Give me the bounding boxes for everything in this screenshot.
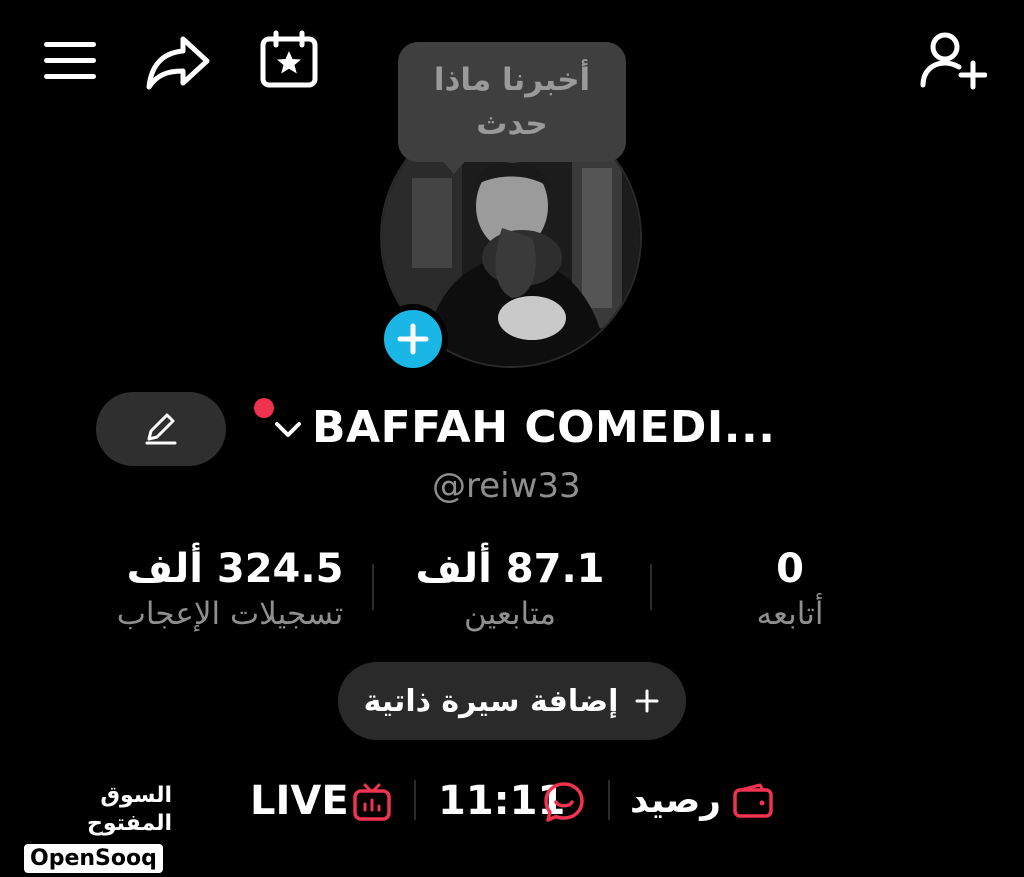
wallet-icon[interactable] xyxy=(732,782,774,820)
plus-icon xyxy=(397,323,429,355)
pencil-icon xyxy=(145,413,177,445)
bottom-divider xyxy=(414,780,416,820)
bottom-divider xyxy=(608,780,610,820)
tooltip-line-2: حدث xyxy=(476,106,548,142)
notification-dot xyxy=(254,398,274,418)
username: @reiw33 xyxy=(432,466,581,506)
add-bio-button[interactable]: إضافة سيرة ذاتية xyxy=(338,662,686,740)
chat-bubble-icon[interactable] xyxy=(542,780,586,824)
watermark-english: OpenSooq xyxy=(24,844,163,873)
followers-label: متابعين xyxy=(464,596,556,632)
likes-label: تسجيلات الإعجاب xyxy=(116,596,344,632)
menu-icon[interactable] xyxy=(40,36,100,84)
following-label: أتابعه xyxy=(756,596,824,632)
add-user-icon[interactable] xyxy=(918,28,988,92)
calendar-star-icon[interactable] xyxy=(256,28,322,92)
followers-count[interactable]: 87.1 ألف xyxy=(410,546,610,592)
live-tv-icon[interactable] xyxy=(352,782,392,822)
watermark-arabic: السوق المفتوح xyxy=(86,783,172,836)
add-photo-button[interactable] xyxy=(378,304,448,374)
tooltip-line-1: أخبرنا ماذا xyxy=(433,62,591,98)
balance-label[interactable]: رصيد xyxy=(630,780,721,821)
opensooq-watermark: السوق المفتوح OpenSooq xyxy=(24,782,172,873)
tooltip-tail xyxy=(440,158,468,174)
following-count[interactable]: 0 xyxy=(740,546,840,592)
stat-divider xyxy=(650,564,652,610)
display-name[interactable]: BAFFAH COMEDI... xyxy=(312,402,775,453)
edit-profile-button[interactable] xyxy=(96,392,226,466)
chevron-down-icon[interactable] xyxy=(272,416,304,444)
add-bio-label: إضافة سيرة ذاتية xyxy=(363,683,619,719)
live-label[interactable]: LIVE xyxy=(250,778,349,824)
stat-divider xyxy=(372,564,374,610)
likes-count[interactable]: 324.5 ألف xyxy=(100,546,370,592)
share-icon[interactable] xyxy=(142,32,214,92)
plus-icon xyxy=(635,689,659,713)
tooltip: أخبرنا ماذا حدث xyxy=(398,42,626,162)
